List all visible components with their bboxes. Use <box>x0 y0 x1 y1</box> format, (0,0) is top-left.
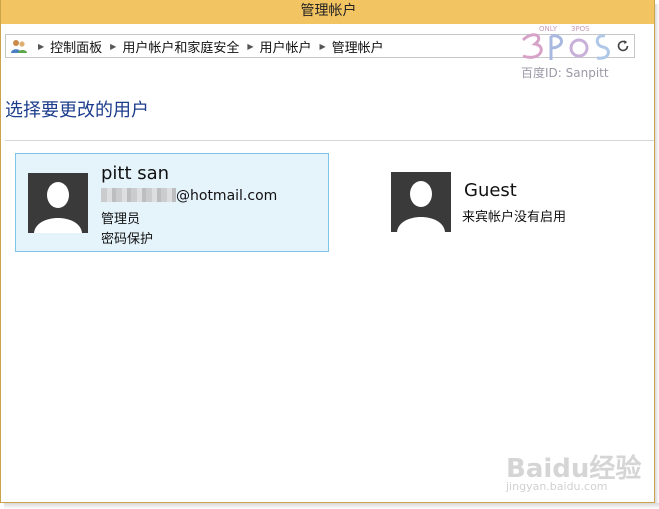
guest-status: 来宾帐户没有启用 <box>462 210 567 225</box>
window-shadow-right <box>655 4 659 507</box>
baidu-url: jingyan.baidu.com <box>506 480 608 493</box>
window-title: 管理帐户 <box>300 3 357 19</box>
window-shadow-bottom <box>4 503 659 509</box>
section-divider <box>5 140 654 141</box>
baidu-id-watermark: ONLY 3POS 百度ID: Sanpitt <box>513 22 631 82</box>
user-password-status: 密码保护 <box>101 232 154 247</box>
breadcrumb-arrow-icon[interactable]: ▶ <box>247 42 253 51</box>
3pos-logo-icon: ONLY 3POS <box>521 25 610 60</box>
window-titlebar[interactable]: 管理帐户 <box>1 0 654 24</box>
user-name: pitt san <box>101 163 170 184</box>
user-tile-pitt-san[interactable]: pitt san @hotmail.com 管理员 密码保护 <box>15 153 329 252</box>
svg-text:ONLY: ONLY <box>539 25 558 33</box>
page-title: 选择要更改的用户 <box>5 100 149 121</box>
user-role: 管理员 <box>101 212 141 227</box>
user-email: @hotmail.com <box>101 188 277 204</box>
baidu-id-text: 百度ID: Sanpitt <box>521 66 609 80</box>
manage-accounts-window: 管理帐户 ▶ 控制面板 ▶ 用户帐户和家庭安全 ▶ 用户帐户 ▶ 管理帐户 ON… <box>0 0 655 503</box>
breadcrumb-arrow-icon[interactable]: ▶ <box>320 42 326 51</box>
user-avatar-icon <box>28 173 88 233</box>
guest-avatar-icon <box>391 172 451 232</box>
breadcrumb-control-panel[interactable]: 控制面板 <box>50 37 106 56</box>
user-tile-guest[interactable]: Guest 来宾帐户没有启用 <box>389 170 649 236</box>
breadcrumb-arrow-icon[interactable]: ▶ <box>110 42 116 51</box>
svg-text:3POS: 3POS <box>571 25 590 33</box>
users-icon <box>10 38 28 54</box>
blurred-email-prefix <box>101 188 176 202</box>
breadcrumb-user-accounts[interactable]: 用户帐户 <box>260 37 316 56</box>
guest-name: Guest <box>464 180 517 201</box>
breadcrumb-user-accounts-family-safety[interactable]: 用户帐户和家庭安全 <box>122 37 243 56</box>
breadcrumb-arrow-icon[interactable]: ▶ <box>38 42 44 51</box>
breadcrumb-manage-accounts[interactable]: 管理帐户 <box>332 37 388 56</box>
baidu-jingyan-watermark: Baidu经验 jingyan.baidu.com <box>506 438 654 494</box>
